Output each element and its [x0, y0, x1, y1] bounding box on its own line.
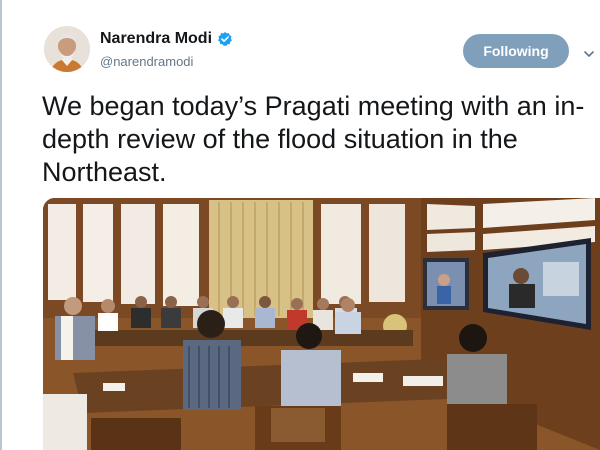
following-button[interactable]: Following: [463, 34, 569, 68]
verified-badge-icon: [217, 31, 233, 47]
timeline-border: [0, 0, 2, 450]
chevron-down-icon[interactable]: [584, 46, 594, 57]
tweet-text: We began today’s Pragati meeting with an…: [42, 91, 585, 187]
author-name[interactable]: Narendra Modi: [100, 30, 212, 48]
author-handle[interactable]: @narendramodi: [100, 54, 193, 69]
author-name-row[interactable]: Narendra Modi: [100, 30, 233, 48]
tweet-photo[interactable]: [43, 198, 600, 450]
avatar[interactable]: [44, 26, 90, 72]
